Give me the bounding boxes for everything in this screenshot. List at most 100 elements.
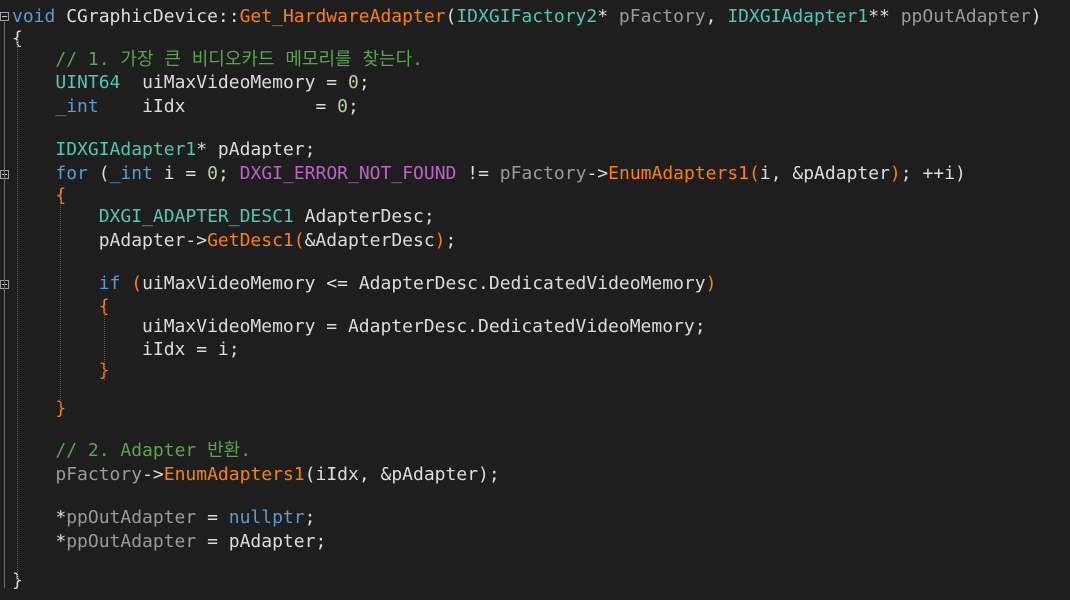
- code-token-plain: ;: [445, 230, 457, 251]
- code-token-function: ): [705, 273, 717, 294]
- code-token-comment: // 2. Adapter 반환.: [55, 440, 252, 461]
- indent-guide: [60, 200, 61, 410]
- code-line[interactable]: _int iIdx = 0;: [12, 96, 359, 118]
- code-token-param: ppOutAdapter: [900, 6, 1031, 27]
- indent-guide: [104, 306, 105, 380]
- code-line[interactable]: pAdapter->GetDesc1(&AdapterDesc);: [12, 230, 457, 252]
- code-token-function: EnumAdapters1: [163, 464, 305, 485]
- code-token-plain: i, &pAdapter: [759, 163, 890, 184]
- code-token-plain: uiMaxVideoMemory = AdapterDesc.Dedicated…: [12, 316, 706, 337]
- code-token-plain: uiMaxVideoMemory =: [120, 72, 348, 93]
- code-token-param: pFactory: [55, 464, 143, 485]
- code-token-plain: ,: [705, 6, 728, 27]
- code-line[interactable]: }: [12, 398, 66, 420]
- code-token-plain: ->: [586, 163, 609, 184]
- code-line[interactable]: {: [12, 185, 66, 207]
- code-line[interactable]: *ppOutAdapter = nullptr;: [12, 507, 315, 529]
- code-token-function: (: [131, 273, 143, 294]
- code-token-function: Get_HardwareAdapter: [239, 6, 446, 27]
- code-editor[interactable]: void CGraphicDevice::Get_HardwareAdapter…: [0, 0, 1070, 600]
- collapse-icon[interactable]: [0, 12, 9, 21]
- code-token-number: 0: [347, 72, 359, 93]
- code-line[interactable]: pFactory->EnumAdapters1(iIdx, &pAdapter)…: [12, 464, 500, 486]
- code-token-function: EnumAdapters1: [608, 163, 750, 184]
- code-token-plain: ;: [217, 163, 240, 184]
- code-token-param: pFactory: [618, 6, 706, 27]
- code-token-function: GetDesc1: [207, 230, 294, 251]
- code-token-plain: i =: [152, 163, 208, 184]
- code-line[interactable]: // 1. 가장 큰 비디오카드 메모리를 찾는다.: [12, 49, 423, 71]
- code-token-number: 0: [337, 96, 348, 117]
- code-token-number: 0: [207, 163, 218, 184]
- code-token-plain: ;: [347, 96, 359, 117]
- code-token-plain: iIdx = i;: [12, 339, 240, 360]
- code-line[interactable]: iIdx = i;: [12, 339, 240, 361]
- code-token-plain: uiMaxVideoMemory <= AdapterDesc.Dedicate…: [142, 273, 706, 294]
- code-line[interactable]: for (_int i = 0; DXGI_ERROR_NOT_FOUND !=…: [12, 163, 966, 185]
- code-token-plain: !=: [456, 163, 500, 184]
- code-token-plain: ;: [358, 72, 370, 93]
- code-token-plain: *: [12, 531, 67, 552]
- code-token-keyword: nullptr: [228, 507, 305, 528]
- code-token-comment: // 1. 가장 큰 비디오카드 메모리를 찾는다.: [55, 49, 423, 70]
- indent-guide: [17, 40, 18, 580]
- code-token-param: ppOutAdapter: [66, 531, 197, 552]
- code-line[interactable]: void CGraphicDevice::Get_HardwareAdapter…: [12, 6, 1042, 28]
- code-token-type: IDXGIFactory2: [456, 6, 598, 27]
- code-token-plain: **: [868, 6, 901, 27]
- code-token-plain: * pAdapter;: [196, 139, 316, 160]
- code-token-function: ): [434, 230, 446, 251]
- code-token-param: pFactory: [499, 163, 587, 184]
- code-token-plain: ->: [142, 464, 164, 485]
- code-token-plain: *: [12, 507, 67, 528]
- code-token-keyword: _int: [109, 163, 153, 184]
- code-token-keyword: void: [12, 6, 56, 27]
- code-token-plain: pAdapter->: [12, 230, 208, 251]
- code-token-plain: iIdx =: [98, 96, 338, 117]
- code-token-macro: DXGI_ERROR_NOT_FOUND: [239, 163, 457, 184]
- code-token-function: ): [889, 163, 901, 184]
- code-token-plain: (: [445, 6, 457, 27]
- code-token-param: ppOutAdapter: [66, 507, 197, 528]
- code-token-plain: CGraphicDevice::: [55, 6, 240, 27]
- code-token-function: (: [749, 163, 760, 184]
- code-token-type: DXGI_ADAPTER_DESC1: [98, 206, 294, 227]
- code-token-plain: (iIdx, &pAdapter);: [304, 464, 500, 485]
- code-token-plain: ): [1030, 6, 1042, 27]
- code-line[interactable]: *ppOutAdapter = pAdapter;: [12, 531, 326, 553]
- code-token-plain: AdapterDesc;: [293, 206, 435, 227]
- code-token-plain: *: [597, 6, 619, 27]
- code-line[interactable]: if (uiMaxVideoMemory <= AdapterDesc.Dedi…: [12, 273, 717, 295]
- code-token-type: UINT64: [55, 72, 121, 93]
- code-line[interactable]: UINT64 uiMaxVideoMemory = 0;: [12, 72, 370, 94]
- code-token-function: (: [293, 230, 305, 251]
- code-line[interactable]: IDXGIAdapter1* pAdapter;: [12, 139, 315, 161]
- code-token-plain: ;: [304, 507, 316, 528]
- code-line[interactable]: // 2. Adapter 반환.: [12, 440, 251, 462]
- code-token-type: IDXGIAdapter1: [55, 139, 197, 160]
- code-line[interactable]: DXGI_ADAPTER_DESC1 AdapterDesc;: [12, 206, 435, 228]
- code-token-plain: = pAdapter;: [196, 531, 327, 552]
- code-token-plain: ; ++i): [900, 163, 966, 184]
- code-token-plain: (: [87, 163, 110, 184]
- code-token-keyword: if: [98, 273, 121, 294]
- code-token-type: IDXGIAdapter1: [727, 6, 869, 27]
- code-token-keyword: for: [55, 163, 88, 184]
- code-line[interactable]: uiMaxVideoMemory = AdapterDesc.Dedicated…: [12, 316, 706, 338]
- code-token-keyword: _int: [55, 96, 99, 117]
- code-token-plain: &AdapterDesc: [304, 230, 435, 251]
